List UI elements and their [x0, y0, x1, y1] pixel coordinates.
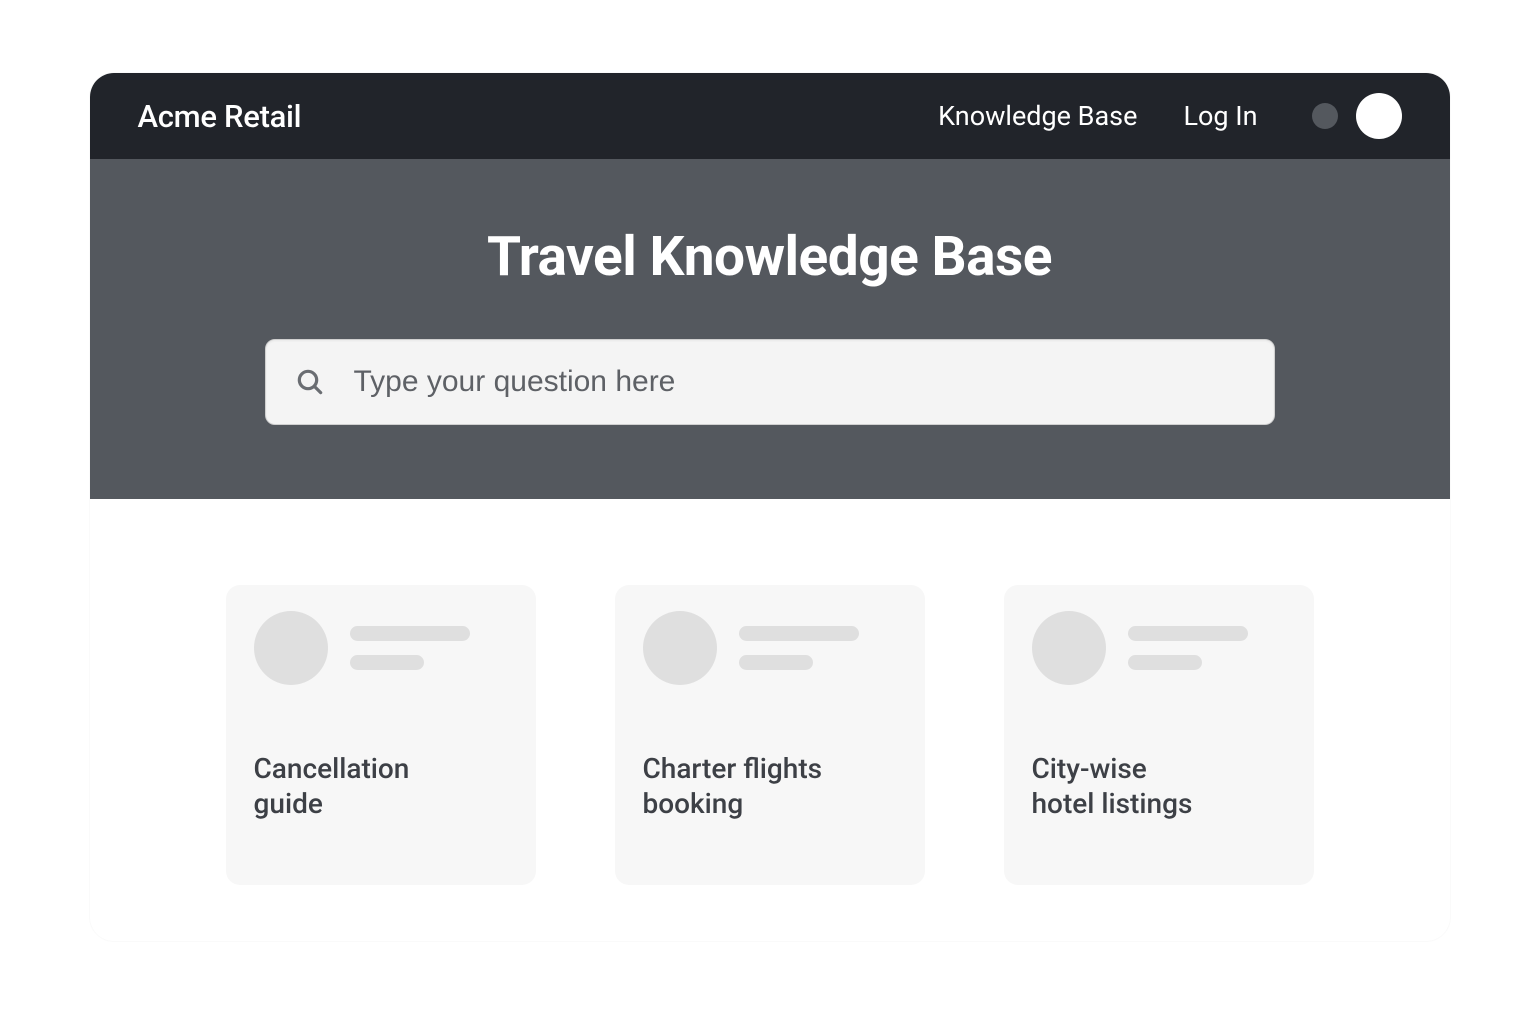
header-extras	[1312, 93, 1402, 139]
card-title: City-wise hotel listings	[1032, 751, 1286, 821]
card-header-placeholder	[1032, 611, 1286, 685]
placeholder-line-icon	[739, 655, 813, 670]
kb-card[interactable]: Charter flights booking	[615, 585, 925, 885]
nav-knowledge-base[interactable]: Knowledge Base	[938, 100, 1137, 132]
placeholder-line-icon	[1128, 626, 1248, 641]
hero-section: Travel Knowledge Base	[90, 159, 1450, 499]
text-placeholder	[1128, 626, 1248, 670]
text-placeholder	[350, 626, 470, 670]
avatar-placeholder-icon	[643, 611, 717, 685]
cards-row: Cancellation guide Charter flights booki…	[90, 499, 1450, 885]
text-placeholder	[739, 626, 859, 670]
avatar-placeholder-icon	[1032, 611, 1106, 685]
placeholder-line-icon	[1128, 655, 1202, 670]
card-header-placeholder	[254, 611, 508, 685]
search-icon	[294, 366, 326, 398]
kb-card[interactable]: Cancellation guide	[226, 585, 536, 885]
search-input[interactable]	[354, 365, 1246, 399]
brand-name: Acme Retail	[138, 98, 302, 135]
avatar-placeholder-icon	[254, 611, 328, 685]
card-header-placeholder	[643, 611, 897, 685]
app-frame: Acme Retail Knowledge Base Log In Travel…	[90, 73, 1450, 941]
top-header: Acme Retail Knowledge Base Log In	[90, 73, 1450, 159]
avatar-icon[interactable]	[1356, 93, 1402, 139]
search-bar[interactable]	[265, 339, 1275, 425]
placeholder-line-icon	[350, 626, 470, 641]
header-nav: Knowledge Base Log In	[938, 93, 1401, 139]
placeholder-line-icon	[739, 626, 859, 641]
card-title: Charter flights booking	[643, 751, 897, 821]
nav-login[interactable]: Log In	[1183, 100, 1257, 132]
status-dot-icon	[1312, 103, 1338, 129]
kb-card[interactable]: City-wise hotel listings	[1004, 585, 1314, 885]
card-title: Cancellation guide	[254, 751, 508, 821]
placeholder-line-icon	[350, 655, 424, 670]
hero-title: Travel Knowledge Base	[90, 225, 1450, 289]
